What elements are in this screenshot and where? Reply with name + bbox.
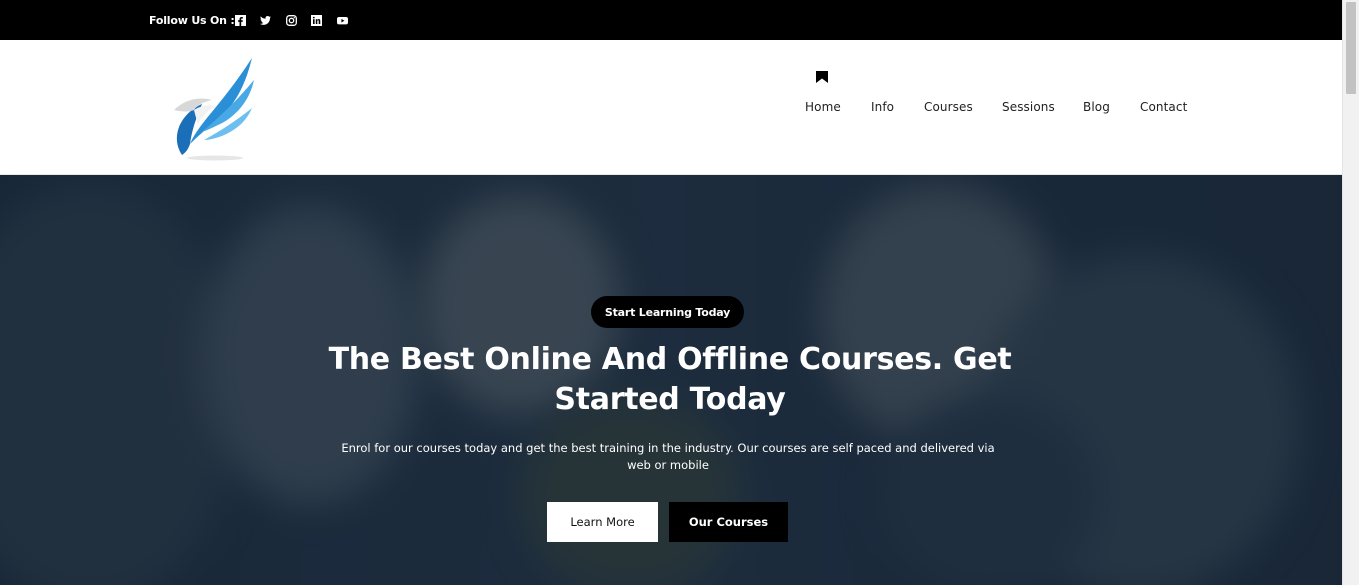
linkedin-icon[interactable]: [311, 15, 322, 26]
nav-contact[interactable]: Contact: [1140, 100, 1187, 114]
nav-home[interactable]: Home: [805, 100, 841, 114]
instagram-icon[interactable]: [286, 15, 297, 26]
scrollbar-thumb[interactable]: [1346, 2, 1356, 94]
hero-description: Enrol for our courses today and get the …: [341, 441, 995, 472]
twitter-icon[interactable]: [260, 15, 271, 26]
nav-info[interactable]: Info: [871, 100, 894, 114]
page-scrollbar[interactable]: [1342, 0, 1359, 585]
facebook-icon[interactable]: [235, 15, 246, 26]
hero-title: The Best Online And Offline Courses. Get…: [328, 342, 1012, 417]
nav-sessions[interactable]: Sessions: [1002, 100, 1055, 114]
start-learning-badge: Start Learning Today: [591, 296, 744, 328]
our-courses-button[interactable]: Our Courses: [669, 502, 788, 542]
learn-more-button[interactable]: Learn More: [547, 502, 658, 542]
top-bar: Follow Us On :: [0, 0, 1342, 40]
nav-blog[interactable]: Blog: [1083, 100, 1110, 114]
youtube-icon[interactable]: [337, 15, 348, 26]
site-logo[interactable]: [160, 52, 270, 162]
hero-section: Start Learning Today The Best Online And…: [0, 175, 1342, 585]
follow-us-label: Follow Us On :: [149, 14, 235, 27]
bookmark-icon[interactable]: [816, 68, 828, 83]
site-header: Home Info Courses Sessions Blog Contact: [0, 40, 1342, 175]
nav-courses[interactable]: Courses: [924, 100, 973, 114]
bird-wing-logo-icon: [174, 58, 254, 161]
